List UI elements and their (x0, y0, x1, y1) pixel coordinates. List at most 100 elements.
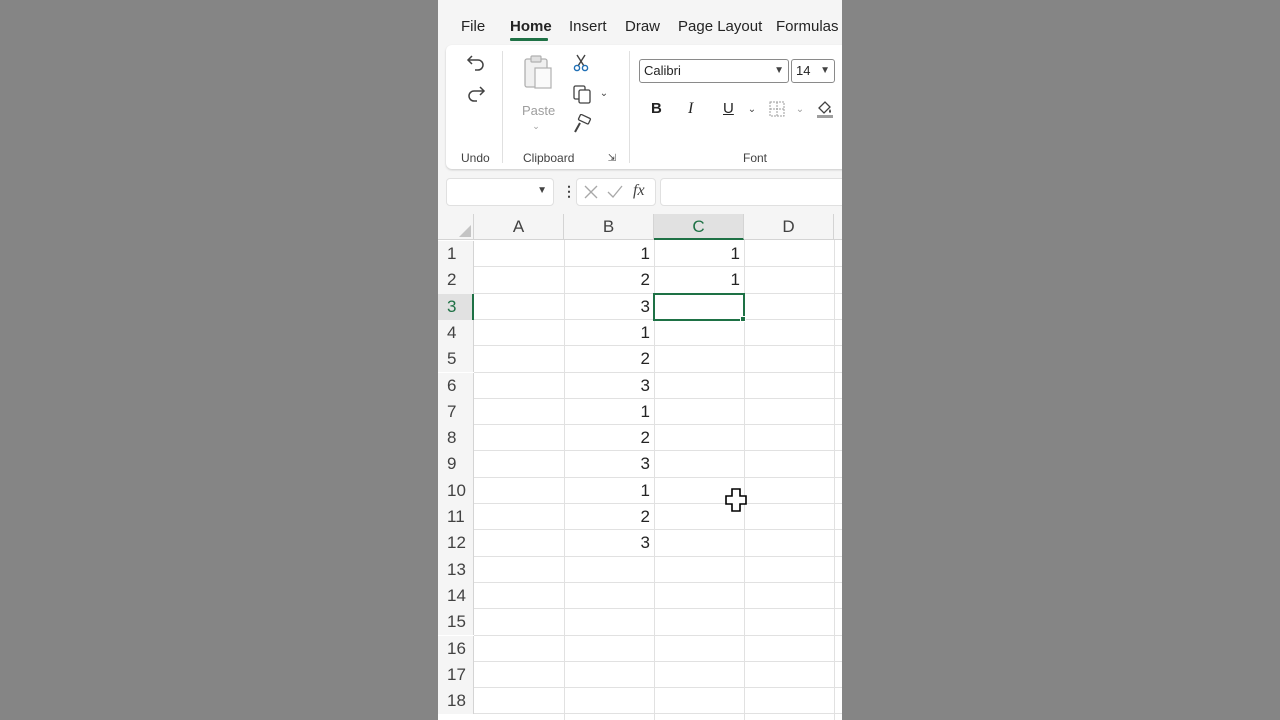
cell-b5[interactable]: 2 (564, 346, 654, 372)
dialog-launcher-icon[interactable]: ⇲ (606, 152, 618, 164)
grid-line (834, 240, 835, 720)
row-header-9[interactable]: 9 (438, 451, 474, 478)
cell-b11[interactable]: 2 (564, 504, 654, 530)
font-name-value: Calibri (644, 63, 681, 78)
tab-draw[interactable]: Draw (625, 18, 660, 35)
grid-line (474, 476, 842, 478)
row-header-16[interactable]: 16 (438, 635, 474, 662)
active-cell-c3[interactable] (653, 293, 745, 321)
cell-b9[interactable]: 3 (564, 451, 654, 477)
cell-b6[interactable]: 3 (564, 373, 654, 399)
grid-line (474, 555, 842, 557)
row-header-8[interactable]: 8 (438, 425, 474, 452)
borders-icon[interactable] (767, 100, 787, 118)
more-options-icon[interactable]: ⋮ (562, 183, 576, 200)
paste-icon[interactable] (518, 53, 558, 93)
font-name-select[interactable]: Calibri ▼ (639, 59, 789, 83)
spreadsheet-grid[interactable]: A B C D 1 2 3 4 5 6 7 8 9 10 11 12 13 14 15 16 17 18 1 2 3 1 2… (438, 214, 842, 720)
fill-color-icon[interactable] (814, 98, 836, 120)
column-header-c[interactable]: C (654, 214, 744, 240)
chevron-down-icon: ▼ (537, 185, 547, 196)
tab-formulas[interactable]: Formulas (776, 18, 839, 35)
tab-page-layout[interactable]: Page Layout (678, 18, 762, 35)
fill-handle[interactable] (740, 316, 746, 322)
cell-b10[interactable]: 1 (564, 478, 654, 504)
grid-line (474, 529, 842, 531)
row-header-7[interactable]: 7 (438, 398, 474, 426)
chevron-down-icon: ▼ (820, 65, 830, 76)
cell-b4[interactable]: 1 (564, 320, 654, 346)
group-divider (629, 51, 630, 163)
row-header-12[interactable]: 12 (438, 530, 474, 557)
grid-line (474, 687, 842, 689)
tab-home[interactable]: Home (510, 18, 552, 35)
copy-dropdown-chevron-icon[interactable]: ⌄ (598, 87, 610, 99)
cell-b2[interactable]: 2 (564, 267, 654, 293)
select-all-triangle-icon (459, 225, 471, 237)
font-size-value: 14 (796, 63, 811, 78)
paste-label[interactable]: Paste (522, 103, 555, 118)
font-size-select[interactable]: 14 ▼ (791, 59, 835, 83)
grid-line (474, 581, 842, 583)
format-painter-icon[interactable] (570, 113, 594, 135)
borders-dropdown-chevron-icon[interactable]: ⌄ (794, 103, 806, 115)
grid-line (474, 450, 842, 452)
grid-line (474, 634, 842, 636)
grid-line (474, 397, 842, 399)
chevron-down-icon: ▼ (774, 65, 784, 76)
cut-icon[interactable] (570, 52, 592, 74)
row-header-2[interactable]: 2 (438, 267, 474, 294)
paste-dropdown-chevron-icon[interactable]: ⌄ (530, 121, 542, 131)
formula-input[interactable] (660, 178, 842, 206)
row-header-5[interactable]: 5 (438, 346, 474, 373)
ribbon-tabs: File Home Insert Draw Page Layout Formul… (438, 0, 842, 44)
bold-button[interactable]: B (651, 100, 662, 117)
cell-b8[interactable]: 2 (564, 425, 654, 451)
cell-c1[interactable]: 1 (654, 241, 744, 267)
tab-file[interactable]: File (461, 18, 485, 35)
group-divider (502, 51, 503, 163)
column-header-b[interactable]: B (564, 214, 654, 240)
grid-line (474, 345, 842, 347)
row-header-18[interactable]: 18 (438, 688, 474, 715)
name-box[interactable]: ▼ (446, 178, 554, 206)
clipboard-group-label: Clipboard (523, 151, 575, 165)
row-header-10[interactable]: 10 (438, 477, 474, 504)
select-all-corner[interactable] (438, 214, 474, 240)
active-tab-indicator (510, 38, 548, 41)
underline-button[interactable]: U (723, 100, 734, 117)
redo-icon[interactable] (464, 82, 488, 104)
tab-insert[interactable]: Insert (569, 18, 607, 35)
cell-b1[interactable]: 1 (564, 241, 654, 267)
italic-button[interactable]: I (688, 100, 693, 118)
insert-function-button[interactable]: fx (633, 182, 645, 200)
copy-icon[interactable] (570, 83, 594, 105)
grid-line (474, 424, 842, 426)
column-header-d[interactable]: D (744, 214, 834, 240)
row-header-4[interactable]: 4 (438, 319, 474, 347)
cell-c2[interactable]: 1 (654, 267, 744, 293)
grid-line (474, 503, 842, 504)
row-header-3[interactable]: 3 (438, 293, 474, 320)
row-header-14[interactable]: 14 (438, 582, 474, 610)
grid-line (474, 660, 842, 662)
row-header-13[interactable]: 13 (438, 556, 474, 583)
column-header-partial (834, 214, 842, 240)
row-header-17[interactable]: 17 (438, 661, 474, 689)
undo-icon[interactable] (464, 51, 488, 73)
row-header-1[interactable]: 1 (438, 241, 474, 268)
cancel-icon[interactable] (583, 184, 599, 200)
font-group-label: Font (743, 151, 768, 165)
row-header-15[interactable]: 15 (438, 609, 474, 636)
ribbon-panel: Undo Paste ⌄ ⌄ Clipboard ⇲ Calibri ▼ 14 … (446, 45, 842, 169)
enter-check-icon[interactable] (606, 184, 624, 200)
cell-b7[interactable]: 1 (564, 399, 654, 425)
underline-dropdown-chevron-icon[interactable]: ⌄ (746, 103, 758, 115)
undo-group-label: Undo (461, 151, 490, 165)
row-header-11[interactable]: 11 (438, 504, 474, 531)
cell-b12[interactable]: 3 (564, 530, 654, 556)
column-header-a[interactable]: A (474, 214, 564, 240)
row-header-6[interactable]: 6 (438, 372, 474, 399)
cell-b3[interactable]: 3 (564, 294, 654, 320)
formula-bar: ▼ ⋮ fx (438, 176, 842, 210)
